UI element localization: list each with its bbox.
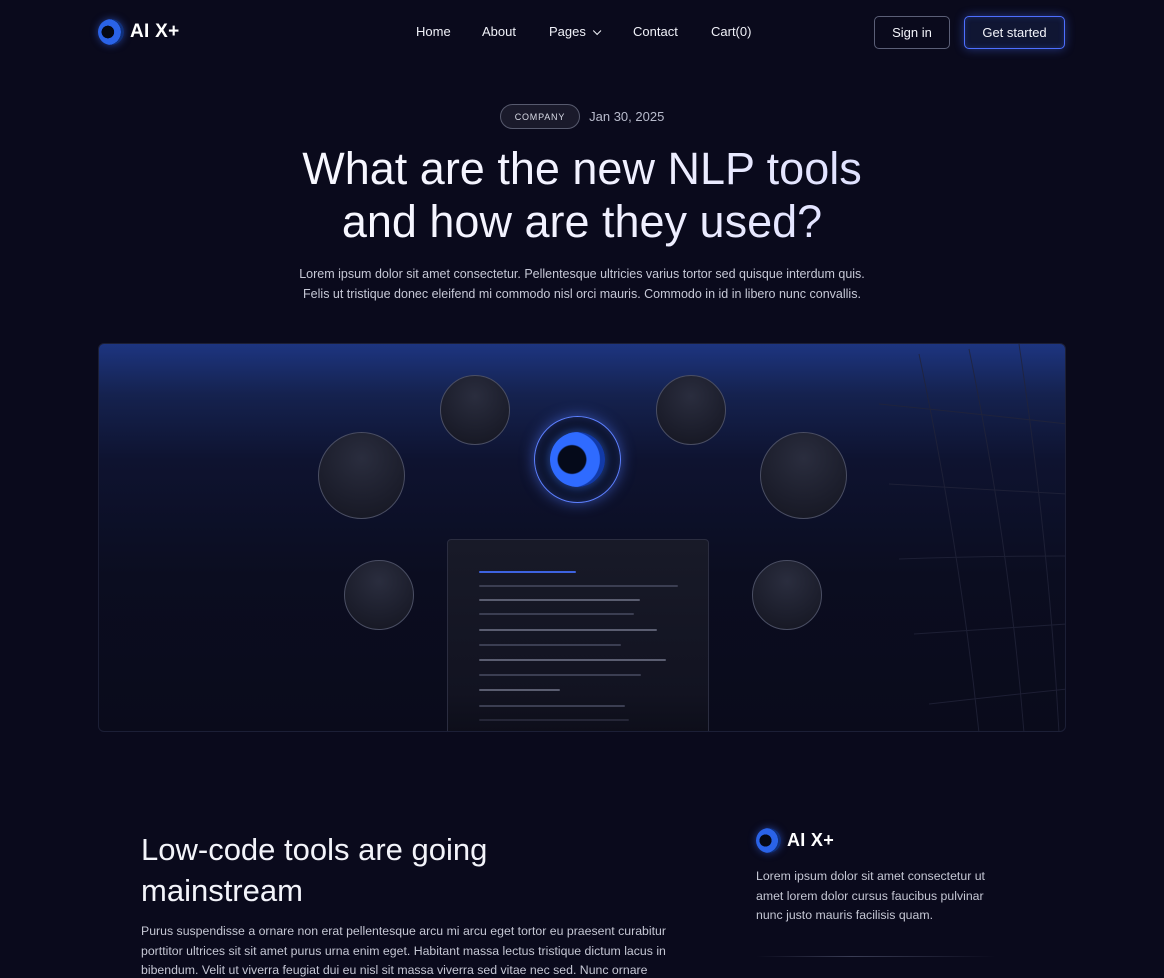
logo-text: AI X+ — [130, 21, 180, 42]
panel-line — [479, 629, 657, 631]
title-line-1: What are the new NLP tools — [302, 143, 862, 194]
page-title: What are the new NLP tools and how are t… — [0, 142, 1164, 248]
top-nav: AI X+ Home About Pages Contact Cart(0) S… — [0, 0, 1164, 64]
node-circle — [760, 432, 847, 519]
panel-line — [479, 674, 641, 676]
code-panel — [447, 539, 709, 731]
panel-line — [479, 689, 560, 691]
logo-icon — [98, 19, 124, 45]
sidebar-divider — [756, 956, 996, 957]
title-line-2: and how are they used? — [341, 196, 823, 247]
get-started-button[interactable]: Get started — [964, 16, 1065, 49]
logo[interactable]: AI X+ — [98, 19, 180, 45]
nav-item-pages-label: Pages — [549, 24, 586, 39]
category-badge[interactable]: COMPANY — [499, 104, 581, 129]
logo-icon — [756, 828, 781, 853]
panel-line — [479, 705, 625, 707]
orb-logo-icon — [550, 432, 605, 487]
panel-line — [479, 599, 640, 601]
sidebar-text: Lorem ipsum dolor sit amet consectetur u… — [756, 869, 985, 922]
panel-line — [479, 585, 678, 587]
panel-line — [479, 571, 576, 573]
post-lead: Lorem ipsum dolor sit amet consectetur. … — [0, 264, 1164, 304]
hero-image — [98, 343, 1066, 732]
nav-item-about[interactable]: About — [482, 24, 516, 39]
sign-in-button[interactable]: Sign in — [874, 16, 950, 49]
chevron-down-icon — [592, 26, 602, 36]
node-circle — [440, 375, 510, 445]
panel-line — [479, 719, 629, 721]
nav-item-cart[interactable]: Cart(0) — [711, 24, 751, 39]
panel-line — [479, 644, 621, 646]
panel-line — [479, 613, 634, 615]
sidebar-logo-text: AI X+ — [787, 830, 835, 850]
lead-line-1: Lorem ipsum dolor sit amet consectetur. … — [299, 267, 865, 281]
node-circle — [656, 375, 726, 445]
article-heading: Low-code tools are going mainstream — [141, 832, 488, 908]
node-circle — [752, 560, 822, 630]
center-orb — [534, 416, 621, 503]
nav-item-home[interactable]: Home — [416, 24, 451, 39]
node-circle — [318, 432, 405, 519]
article-paragraph: Purus suspendisse a ornare non erat pell… — [141, 924, 666, 977]
nav-item-pages[interactable]: Pages — [549, 24, 602, 39]
lead-line-2: Felis ut tristique donec eleifend mi com… — [303, 287, 861, 301]
node-circle — [344, 560, 414, 630]
panel-line — [479, 659, 666, 661]
post-date: Jan 30, 2025 — [589, 109, 665, 124]
post-meta: COMPANY Jan 30, 2025 — [0, 104, 1164, 129]
nav-item-contact[interactable]: Contact — [633, 24, 678, 39]
sidebar-logo[interactable]: AI X+ — [756, 828, 834, 853]
